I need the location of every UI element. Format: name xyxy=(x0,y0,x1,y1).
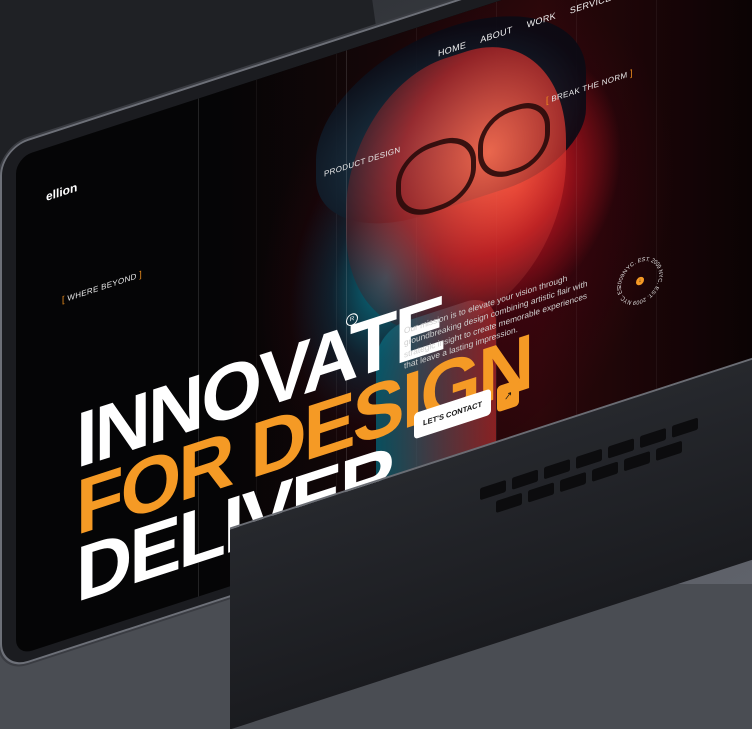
keyboard-key xyxy=(608,438,634,459)
brand-logo[interactable]: ellion xyxy=(46,180,77,204)
tag-label: WHERE BEYOND xyxy=(67,271,137,304)
keyboard-key xyxy=(512,469,538,490)
keyboard-key xyxy=(656,440,682,462)
keyboard-key xyxy=(480,479,506,501)
bracket-close: ] xyxy=(139,268,143,280)
keyboard-key xyxy=(544,459,570,480)
keyboard-key xyxy=(560,471,586,493)
tag-where-beyond: [ WHERE BEYOND ] xyxy=(62,269,142,305)
keyboard-key xyxy=(640,427,666,449)
keyboard-key xyxy=(528,482,554,503)
keyboard-key xyxy=(592,461,618,482)
keyboard-key xyxy=(624,451,650,472)
bracket-close: ] xyxy=(629,67,633,79)
keyboard-key xyxy=(496,492,522,514)
bracket-open: [ xyxy=(62,293,65,305)
bracket-open: [ xyxy=(546,94,549,106)
keyboard-key xyxy=(672,417,698,438)
keyboard-key xyxy=(576,448,602,470)
